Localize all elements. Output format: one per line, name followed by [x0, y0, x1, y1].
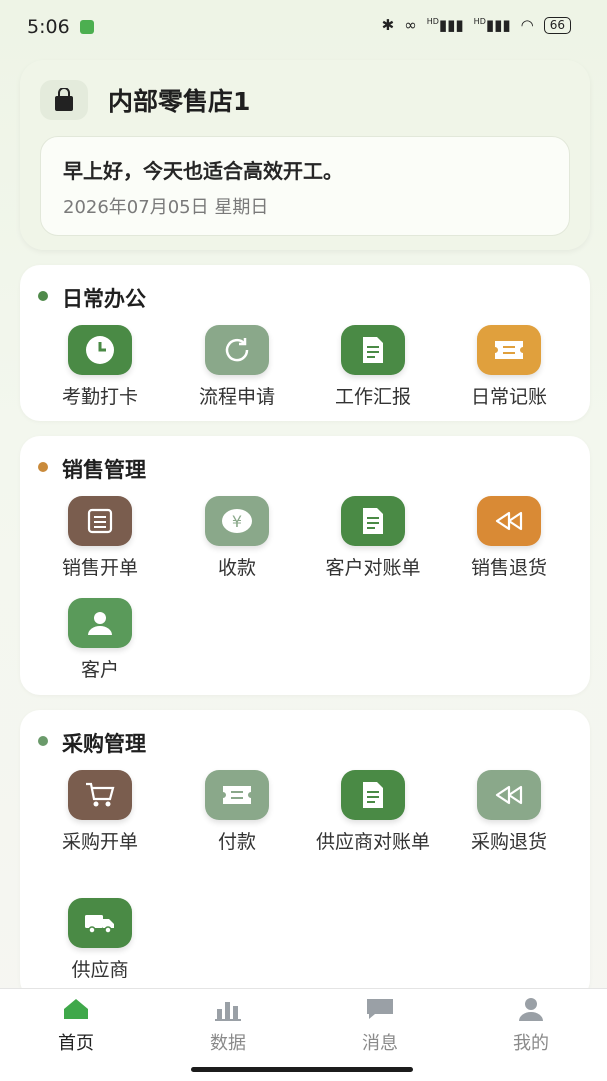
item-label: 采购开单 — [61, 831, 138, 853]
signal-icon-2: HD▮▮▮ — [473, 16, 511, 34]
item-payment[interactable]: 付款 — [169, 770, 305, 855]
tab-label: 首页 — [58, 1033, 94, 1054]
item-supplier[interactable]: 供应商 — [32, 898, 168, 983]
shopping-bag-icon[interactable] — [40, 80, 88, 120]
item-label: 销售开单 — [61, 557, 138, 579]
section-dot — [38, 291, 48, 301]
item-supplier-statement[interactable]: 供应商对账单 — [305, 770, 441, 855]
section-purchase-management: 采购管理 采购开单 付款 供应商对账单 采购退货 供应商 — [20, 710, 590, 1000]
item-label: 采购退货 — [470, 831, 547, 853]
ticket-icon — [205, 770, 269, 820]
item-work-report[interactable]: 工作汇报 — [305, 325, 441, 410]
document-icon — [341, 325, 405, 375]
bar-chart-icon — [215, 1002, 241, 1021]
section-title: 日常办公 — [62, 287, 146, 311]
tab-data[interactable]: 数据 — [152, 997, 304, 1055]
section-sales-management: 销售管理 销售开单 ¥ 收款 客户对账单 销售退货 客户 — [20, 436, 590, 695]
yen-icon: ¥ — [205, 496, 269, 546]
item-customer-statement[interactable]: 客户对账单 — [305, 496, 441, 581]
item-label: 客户 — [80, 659, 119, 681]
item-label: 收款 — [217, 557, 256, 579]
store-name[interactable]: 内部零售店1 — [108, 82, 250, 118]
user-icon — [519, 998, 543, 1021]
tab-label: 数据 — [210, 1033, 246, 1054]
store-header-card: 内部零售店1 早上好，今天也适合高效开工。 2026年07月05日 星期日 — [20, 60, 590, 250]
item-purchase-order[interactable]: 采购开单 — [32, 770, 168, 855]
item-label: 工作汇报 — [334, 386, 411, 408]
bluetooth-icon: ✱ — [381, 16, 395, 34]
rewind-icon — [477, 770, 541, 820]
wifi-icon: ◠ — [520, 16, 534, 34]
battery-icon: 66 — [543, 16, 571, 34]
status-bar: 5:06 ✱ ∞ HD▮▮▮ HD▮▮▮ ◠ 66 — [0, 0, 607, 56]
section-title: 销售管理 — [62, 458, 146, 482]
item-purchase-return[interactable]: 采购退货 — [441, 770, 577, 855]
greeting-box: 早上好，今天也适合高效开工。 2026年07月05日 星期日 — [40, 136, 570, 236]
refresh-icon — [205, 325, 269, 375]
item-receipt[interactable]: ¥ 收款 — [169, 496, 305, 581]
section-daily-office: 日常办公 考勤打卡 流程申请 工作汇报 日常记账 — [20, 265, 590, 421]
greeting-text: 早上好，今天也适合高效开工。 — [63, 159, 343, 183]
cart-icon — [68, 770, 132, 820]
tab-home[interactable]: 首页 — [0, 997, 152, 1055]
item-label: 供应商对账单 — [315, 831, 430, 853]
document-icon — [341, 770, 405, 820]
item-label: 付款 — [217, 831, 256, 853]
section-dot — [38, 736, 48, 746]
chat-icon — [367, 999, 393, 1019]
item-label: 供应商 — [71, 959, 129, 981]
home-icon — [64, 999, 88, 1019]
section-dot — [38, 462, 48, 472]
section-title: 采购管理 — [62, 732, 146, 756]
item-process-apply[interactable]: 流程申请 — [169, 325, 305, 410]
signal-icon: HD▮▮▮ — [426, 16, 464, 34]
rewind-icon — [477, 496, 541, 546]
item-label: 客户对账单 — [325, 557, 421, 579]
home-indicator[interactable] — [191, 1067, 413, 1072]
svg-text:¥: ¥ — [232, 512, 242, 531]
tab-mine[interactable]: 我的 — [455, 997, 607, 1055]
tab-label: 我的 — [513, 1033, 549, 1054]
clock-icon — [68, 325, 132, 375]
date-text: 2026年07月05日 星期日 — [63, 197, 269, 218]
item-sales-return[interactable]: 销售退货 — [441, 496, 577, 581]
truck-icon — [68, 898, 132, 948]
form-icon — [68, 496, 132, 546]
item-daily-bookkeeping[interactable]: 日常记账 — [441, 325, 577, 410]
item-attendance[interactable]: 考勤打卡 — [32, 325, 168, 410]
item-label: 日常记账 — [470, 386, 547, 408]
item-customer[interactable]: 客户 — [32, 598, 168, 683]
status-time: 5:06 — [27, 16, 70, 38]
link-icon: ∞ — [404, 16, 417, 34]
ticket-icon — [477, 325, 541, 375]
document-icon — [341, 496, 405, 546]
person-icon — [68, 598, 132, 648]
app-notification-icon — [80, 20, 94, 34]
item-label: 考勤打卡 — [61, 386, 138, 408]
item-label: 销售退货 — [470, 557, 547, 579]
item-label: 流程申请 — [198, 386, 275, 408]
tab-label: 消息 — [362, 1033, 398, 1054]
item-sales-order[interactable]: 销售开单 — [32, 496, 168, 581]
tab-messages[interactable]: 消息 — [304, 997, 456, 1055]
